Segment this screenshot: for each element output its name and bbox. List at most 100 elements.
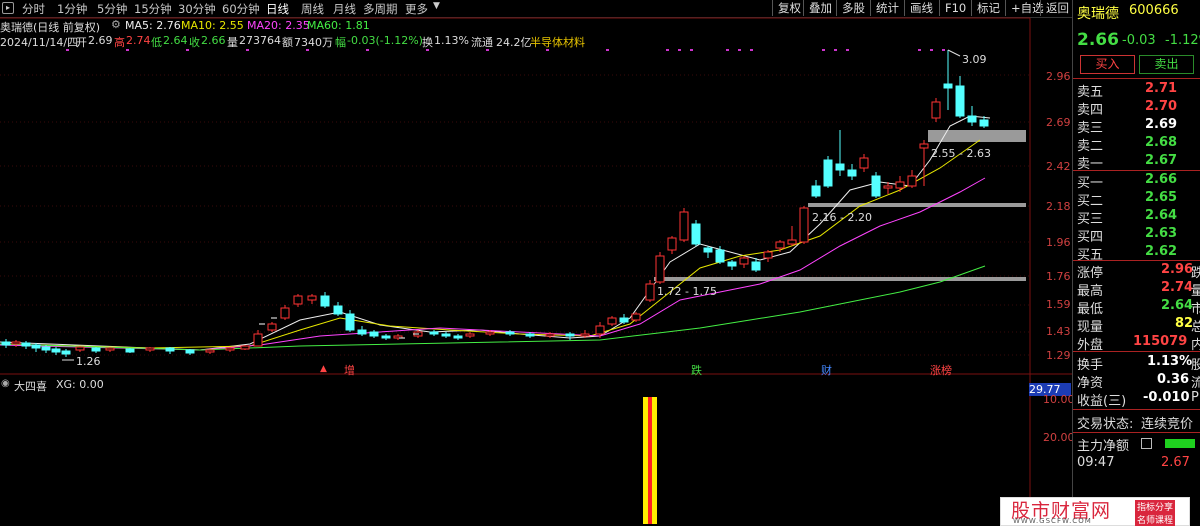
- trade-status-value: 连续竞价: [1141, 417, 1194, 432]
- indicator-xg: XG: 0.00: [56, 378, 104, 391]
- ask-label: 卖四: [1077, 103, 1104, 118]
- candle-body: [485, 331, 495, 335]
- ask-price: 2.67: [1145, 153, 1178, 168]
- stat-suffix: 流: [1191, 372, 1200, 391]
- ask-row[interactable]: 卖一 2.67: [1073, 153, 1200, 172]
- indicator-name[interactable]: 大四喜: [14, 378, 47, 394]
- trade-status-label: 交易状态:: [1077, 417, 1134, 432]
- candle-body: [369, 331, 379, 337]
- price-tick: 1.96: [1046, 236, 1071, 249]
- list-icon[interactable]: [1141, 438, 1152, 449]
- candle-body: [727, 261, 737, 267]
- candle-body: [703, 247, 713, 253]
- stat-label: 换手: [1077, 358, 1104, 373]
- ask-row[interactable]: 卖二 2.68: [1073, 135, 1200, 154]
- stat-row: 收益(三) -0.010 P: [1073, 390, 1200, 409]
- stat-value: 2.64: [1161, 298, 1194, 313]
- candle-body: [505, 331, 515, 335]
- candle-body: [280, 307, 290, 319]
- candle-body: [835, 163, 845, 171]
- support-zone: [928, 130, 1026, 142]
- tick-price: 2.67: [1161, 455, 1190, 470]
- candle-body: [907, 175, 917, 187]
- marker-dot: [942, 49, 945, 51]
- main-flow-row[interactable]: 主力净额: [1073, 435, 1200, 454]
- sell-button[interactable]: 卖出: [1139, 55, 1194, 74]
- kline-chart[interactable]: [0, 0, 1072, 524]
- candle-body: [645, 283, 655, 301]
- event-label[interactable]: 财: [821, 362, 832, 378]
- price-change-pct: -1.12%: [1165, 33, 1200, 48]
- stat-value: 2.74: [1161, 280, 1194, 295]
- candle-body: [565, 333, 575, 337]
- main-flow-bar: [1165, 439, 1195, 448]
- stat-row: 涨停 2.96跌: [1073, 262, 1200, 281]
- price-tick: 1.43: [1046, 325, 1071, 338]
- marker-dot: [846, 49, 849, 51]
- stat-row: 外盘115079内: [1073, 334, 1200, 353]
- marker-dot: [918, 49, 921, 51]
- buy-button[interactable]: 买入: [1080, 55, 1135, 74]
- candle-body: [679, 211, 689, 241]
- candle-body: [125, 348, 135, 353]
- marker-dot: [726, 49, 729, 51]
- candle-body: [545, 333, 555, 337]
- stat-label: 最低: [1077, 302, 1104, 317]
- bid-row[interactable]: 买四 2.63: [1073, 226, 1200, 245]
- signal-bar-core: [648, 397, 652, 524]
- stat-value: -0.010: [1143, 390, 1190, 405]
- ask-row[interactable]: 卖五 2.71: [1073, 81, 1200, 100]
- support-zone: [654, 277, 1026, 281]
- ask-row[interactable]: 卖四 2.70: [1073, 99, 1200, 118]
- candle-body: [895, 181, 905, 189]
- price-tick: 2.96: [1046, 70, 1071, 83]
- candle-body: [145, 347, 155, 351]
- bid-price: 2.64: [1145, 208, 1178, 223]
- last-tick-row: 09:47 2.67: [1073, 455, 1200, 473]
- bid-row[interactable]: 买二 2.65: [1073, 190, 1200, 209]
- candle-body: [775, 241, 785, 249]
- stat-label: 最高: [1077, 284, 1104, 299]
- high-price-mark: 3.09: [962, 53, 987, 66]
- event-label[interactable]: 涨榜: [930, 362, 952, 378]
- divider: [1073, 78, 1200, 79]
- marker-dot: [930, 49, 933, 51]
- stat-row: 净资 0.36流: [1073, 372, 1200, 391]
- marker-dot: [366, 49, 369, 51]
- candle-body: [667, 237, 677, 251]
- candle-body: [253, 333, 263, 347]
- ask-row[interactable]: 卖三 2.69: [1073, 117, 1200, 136]
- bid-label: 买四: [1077, 230, 1104, 245]
- dropdown-icon[interactable]: ◉: [1, 378, 10, 389]
- indicator-axis-label: 10.00: [1043, 393, 1075, 406]
- candle-body: [580, 333, 590, 337]
- bid-row[interactable]: 买一 2.66: [1073, 172, 1200, 191]
- divider: [1073, 409, 1200, 410]
- bid-price: 2.65: [1145, 190, 1178, 205]
- candle-body: [320, 295, 330, 307]
- stat-value: 115079: [1133, 334, 1188, 349]
- event-label[interactable]: 增: [344, 362, 355, 378]
- candle-body: [293, 295, 303, 305]
- event-marker-icon[interactable]: ▲: [320, 364, 327, 374]
- candle-body: [607, 317, 617, 325]
- candle-body: [631, 313, 641, 321]
- candle-body: [185, 349, 195, 354]
- bid-row[interactable]: 买三 2.64: [1073, 208, 1200, 227]
- candle-body: [751, 261, 761, 271]
- marker-dot: [690, 49, 693, 51]
- event-label[interactable]: 跌: [691, 362, 702, 378]
- candle-body: [31, 344, 41, 349]
- candle-body: [307, 295, 317, 301]
- candle-body: [525, 333, 535, 337]
- candle-body: [595, 325, 605, 335]
- current-price: 2.66: [1077, 30, 1119, 50]
- marker-dot: [186, 49, 189, 51]
- trade-status-row: 交易状态: 连续竞价: [1073, 413, 1200, 432]
- marker-dot: [678, 49, 681, 51]
- watermark-tag: 名师课程: [1135, 513, 1176, 526]
- marker-dot: [126, 49, 129, 51]
- quote-panel: 奥瑞德 600666 2.66 -0.03 -1.12% 买入 卖出 卖五 2.7…: [1072, 0, 1200, 524]
- bid-label: 买一: [1077, 176, 1104, 191]
- candle-body: [619, 317, 629, 323]
